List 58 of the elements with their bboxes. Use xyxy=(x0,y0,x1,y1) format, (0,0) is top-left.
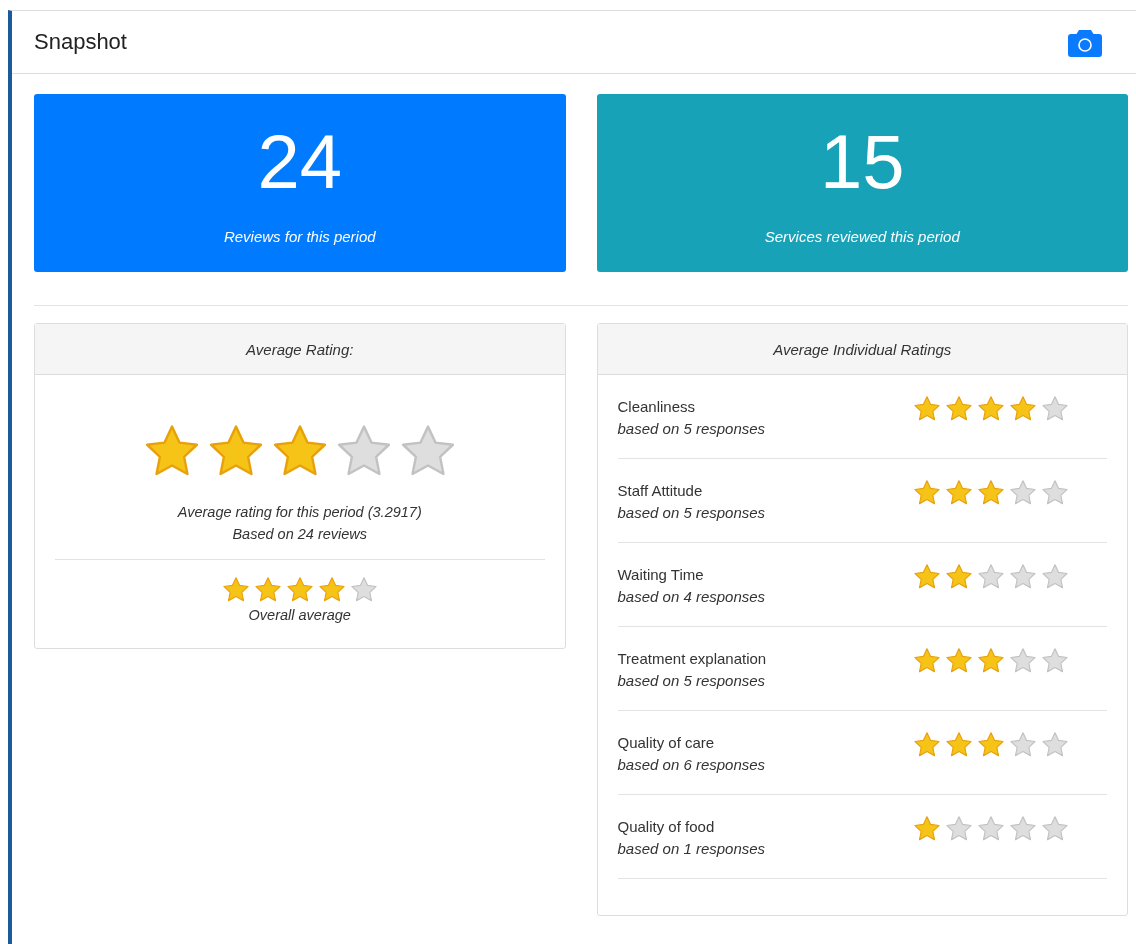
filled-star-icon xyxy=(913,479,941,507)
empty-star-icon xyxy=(1041,647,1069,675)
empty-star-icon xyxy=(1009,479,1037,507)
stat-label: Reviews for this period xyxy=(223,228,376,245)
filled-star-icon xyxy=(913,647,941,675)
empty-star-icon xyxy=(1009,563,1037,591)
filled-star-icon xyxy=(977,647,1005,675)
filled-star-icon xyxy=(977,479,1005,507)
filled-star-icon xyxy=(945,731,973,759)
panel-title: Snapshot xyxy=(34,29,127,55)
empty-star-icon xyxy=(1041,731,1069,759)
filled-star-icon xyxy=(221,576,250,604)
empty-star-icon xyxy=(349,576,378,604)
stat-value: 15 xyxy=(819,124,905,200)
filled-star-icon xyxy=(317,576,346,604)
empty-star-icon xyxy=(1041,563,1069,591)
filled-star-icon xyxy=(913,815,941,843)
category-name: Cleanliness xyxy=(617,397,697,417)
category-name: Waiting Time xyxy=(617,565,705,585)
empty-star-icon xyxy=(1009,815,1037,843)
review-count: Based on 24 reviews xyxy=(232,525,368,544)
stat-value: 24 xyxy=(257,124,342,200)
category-name: Quality of care xyxy=(617,733,716,753)
empty-star-icon xyxy=(945,815,973,843)
panel-heading: Average Individual Ratings xyxy=(773,340,952,358)
camera-icon[interactable] xyxy=(1068,27,1102,57)
empty-star-icon xyxy=(1009,731,1037,759)
filled-star-icon xyxy=(913,395,941,423)
category-name: Staff Attitude xyxy=(617,481,704,501)
rating-summary: Average rating for this period (3.2917) xyxy=(177,503,422,522)
response-count: based on 6 responses xyxy=(617,755,766,775)
response-count: based on 5 responses xyxy=(617,671,767,691)
filled-star-icon xyxy=(285,576,314,604)
panel-heading: Average Rating: xyxy=(246,340,354,358)
stat-label: Services reviewed this period xyxy=(764,228,960,245)
filled-star-icon xyxy=(945,563,973,591)
response-count: based on 4 responses xyxy=(617,587,766,607)
category-name: Quality of food xyxy=(617,817,716,837)
filled-star-icon xyxy=(977,731,1005,759)
category-name: Treatment explanation xyxy=(617,649,767,669)
filled-star-icon xyxy=(913,731,941,759)
empty-star-icon xyxy=(1041,395,1069,423)
filled-star-icon xyxy=(913,563,941,591)
response-count: based on 5 responses xyxy=(617,419,766,439)
filled-star-icon xyxy=(945,395,973,423)
response-count: based on 1 responses xyxy=(617,839,766,859)
empty-star-icon xyxy=(977,815,1005,843)
filled-star-icon xyxy=(1009,395,1037,423)
response-count: based on 5 responses xyxy=(617,503,766,523)
empty-star-icon xyxy=(1041,815,1069,843)
empty-star-icon xyxy=(1009,647,1037,675)
filled-star-icon xyxy=(945,479,973,507)
filled-star-icon xyxy=(253,576,282,604)
filled-star-icon xyxy=(977,395,1005,423)
empty-star-icon xyxy=(1041,479,1069,507)
overall-label: Overall average xyxy=(248,606,351,625)
filled-star-icon xyxy=(945,647,973,675)
empty-star-icon xyxy=(977,563,1005,591)
